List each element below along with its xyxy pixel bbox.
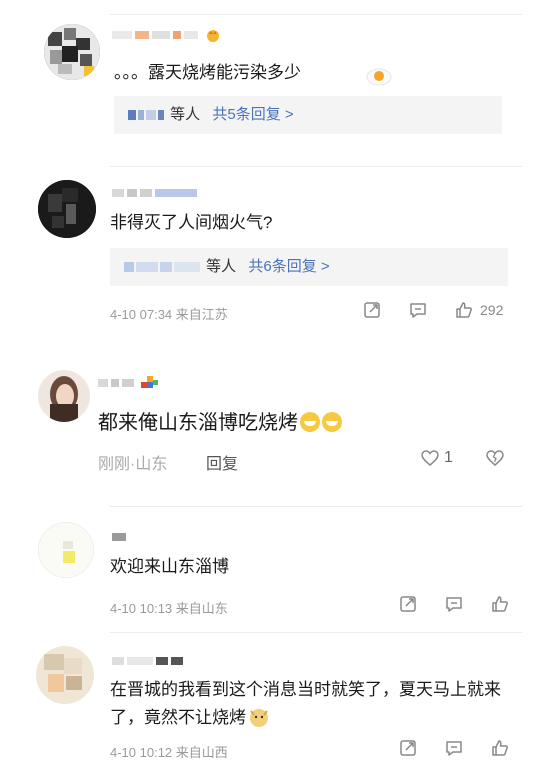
comment-3: 都来俺山东淄博吃烧烤 刚刚·山东 回复 1 <box>0 360 540 480</box>
comment-text: 欢迎来山东淄博 <box>110 557 229 576</box>
like-icon <box>492 740 508 756</box>
like-icon <box>456 302 472 318</box>
reply-summary[interactable]: 等人 共6条回复 > <box>110 248 508 286</box>
comment-2: 非得灭了人间烟火气? 等人 共6条回复 > 4-10 07:34 来自江苏 29… <box>0 166 540 336</box>
emoji-dog-icon <box>250 709 268 727</box>
reply-summary[interactable]: 等人 共5条回复 > <box>114 96 502 134</box>
crown-badge-icon <box>207 29 220 42</box>
avatar[interactable] <box>38 522 94 578</box>
dislike-icon <box>486 450 504 466</box>
comment-button[interactable] <box>408 300 428 320</box>
comment-text: 非得灭了人间烟火气? <box>110 213 273 232</box>
share-icon <box>364 302 380 318</box>
view-replies-link[interactable]: 共5条回复 > <box>212 106 293 123</box>
comment-meta: 4-10 10:13 来自山东 <box>110 601 228 616</box>
username-masked[interactable] <box>112 528 129 544</box>
comment-text: 都来俺山东淄博吃烧烤 <box>98 410 342 436</box>
username-masked[interactable] <box>112 652 186 668</box>
like-button[interactable]: 292 <box>454 300 503 320</box>
like-button[interactable] <box>490 594 510 614</box>
comment-button[interactable] <box>444 738 464 758</box>
view-replies-link[interactable]: 共6条回复 > <box>248 258 329 275</box>
dislike-button[interactable] <box>485 448 505 468</box>
member-badge-icon <box>141 376 159 388</box>
avatar[interactable] <box>36 646 94 704</box>
comment-1: 。。。露天烧烤能污染多少 等人 共5条回复 > <box>0 0 540 150</box>
share-icon <box>400 740 416 756</box>
share-icon <box>400 596 416 612</box>
comment-actions <box>398 738 510 758</box>
comment-meta: 4-10 07:34 来自江苏 <box>110 307 228 322</box>
comment-text: 在晋城的我看到这个消息当时就笑了，夏天马上就来了，竟然不让烧烤 <box>110 680 501 727</box>
fried-egg-icon <box>366 68 392 86</box>
like-count: 292 <box>480 302 504 318</box>
comment-icon <box>446 741 462 756</box>
avatar[interactable] <box>38 180 96 238</box>
username-masked[interactable] <box>112 184 200 200</box>
avatar[interactable] <box>38 370 90 422</box>
comment-meta: 4-10 10:12 来自山西 <box>110 745 228 760</box>
comment-actions: 1 <box>420 448 505 468</box>
reply-button[interactable]: 回复 <box>206 450 238 474</box>
emoji-grin-icon <box>322 412 342 432</box>
like-button[interactable] <box>490 738 510 758</box>
like-count: 1 <box>444 449 453 466</box>
comment-text: 。。。露天烧烤能污染多少 <box>114 63 301 82</box>
comment-meta: 刚刚·山东 <box>98 456 168 473</box>
comment-icon <box>410 303 426 318</box>
avatar[interactable] <box>44 24 100 80</box>
share-button[interactable] <box>398 738 418 758</box>
comment-icon <box>446 597 462 612</box>
reply-suffix: 等人 <box>206 258 237 275</box>
like-icon <box>492 596 508 612</box>
reply-suffix: 等人 <box>170 106 201 123</box>
comment-5: 在晋城的我看到这个消息当时就笑了，夏天马上就来了，竟然不让烧烤 4-10 10:… <box>0 632 540 765</box>
share-button[interactable] <box>398 594 418 614</box>
heart-icon <box>421 450 439 466</box>
like-button[interactable]: 1 <box>420 448 453 468</box>
emoji-grin-icon <box>300 412 320 432</box>
username-masked[interactable] <box>98 374 159 390</box>
share-button[interactable] <box>362 300 382 320</box>
username-masked[interactable] <box>112 26 221 42</box>
comment-button[interactable] <box>444 594 464 614</box>
comment-4: 欢迎来山东淄博 4-10 10:13 来自山东 <box>0 506 540 630</box>
comment-actions: 292 <box>362 300 503 320</box>
comment-actions <box>398 594 510 614</box>
